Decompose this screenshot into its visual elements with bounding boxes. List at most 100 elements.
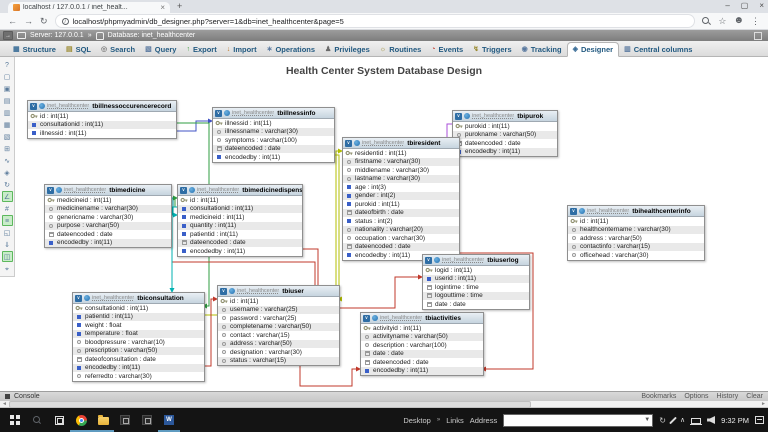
page-info-icon[interactable]: i bbox=[62, 18, 69, 25]
field-tbimedicinedispense-dateencoded[interactable]: dateencoded : date bbox=[178, 239, 302, 248]
tab-events[interactable]: ◔Events bbox=[426, 43, 468, 56]
field-tbiuser-id[interactable]: id : int(11) bbox=[218, 297, 339, 306]
table-structure-icon[interactable] bbox=[434, 257, 440, 263]
field-tbipurok-dateencoded[interactable]: dateencoded : date bbox=[453, 139, 557, 148]
field-tbillnessinfo-symptoms[interactable]: symptoms : varchar(100) bbox=[213, 136, 334, 145]
field-tbiuser-status[interactable]: status : varchar(15) bbox=[218, 357, 339, 366]
file-explorer-taskbar-button[interactable] bbox=[92, 408, 114, 432]
table-structure-icon[interactable] bbox=[56, 187, 62, 193]
browser-menu-icon[interactable]: ⋮ bbox=[751, 16, 760, 27]
collapse-icon[interactable]: ∨ bbox=[345, 140, 352, 147]
delete-page-icon[interactable]: ▧ bbox=[2, 131, 13, 142]
table-structure-icon[interactable] bbox=[229, 288, 235, 294]
field-tbiuser-address[interactable]: address : varchar(50) bbox=[218, 340, 339, 349]
tab-import[interactable]: ↓Import bbox=[222, 43, 262, 56]
save-page-icon[interactable]: ▥ bbox=[2, 107, 13, 118]
field-tbihealthcenterinfo-healthcentername[interactable]: healthcentername : varchar(30) bbox=[568, 226, 704, 235]
field-tbiresident-lastname[interactable]: lastname : varchar(30) bbox=[343, 175, 459, 184]
tab-operations[interactable]: ∗Operations bbox=[262, 43, 320, 56]
collapse-icon[interactable]: ∨ bbox=[425, 257, 432, 264]
scroll-left-icon[interactable]: ◄ bbox=[0, 401, 9, 407]
field-tbihealthcenterinfo-id[interactable]: id : int(11) bbox=[568, 217, 704, 226]
field-tbimedicine-dateencoded[interactable]: dateencoded : date bbox=[45, 230, 171, 239]
field-tbiresident-dateofbirth[interactable]: dateofbirth : date bbox=[343, 209, 459, 218]
field-tbiuserlog-userid[interactable]: userid : int(11) bbox=[423, 275, 529, 284]
back-icon[interactable]: ← bbox=[8, 17, 17, 26]
entity-tbiuser[interactable]: ∨inet_healthcentertbiuserid : int(11)use… bbox=[217, 285, 340, 366]
field-tbimedicinedispense-encodedby[interactable]: encodedby : int(11) bbox=[178, 247, 302, 256]
entity-header[interactable]: ∨inet_healthcentertbiresident bbox=[343, 138, 459, 149]
field-tbiuser-completename[interactable]: completename : varchar(50) bbox=[218, 323, 339, 332]
field-tbiresident-status[interactable]: status : int(2) bbox=[343, 217, 459, 226]
field-tbihealthcenterinfo-address[interactable]: address : varchar(50) bbox=[568, 234, 704, 243]
horizontal-scrollbar[interactable]: ◄ ► bbox=[0, 401, 768, 408]
task-view-button[interactable] bbox=[48, 408, 70, 432]
open-page-icon[interactable]: ▤ bbox=[2, 95, 13, 106]
console-bar[interactable]: Console BookmarksOptionsHistoryClear bbox=[0, 391, 768, 401]
tab-designer[interactable]: ◈Designer bbox=[567, 42, 620, 57]
entity-tbimedicinedispense[interactable]: ∨inet_healthcentertbimedicinedispenseid … bbox=[177, 184, 303, 257]
taskbar-search-button[interactable] bbox=[26, 408, 48, 432]
address-toolbar-input[interactable]: ▼ bbox=[503, 414, 653, 427]
field-tbiactivities-dateencoded[interactable]: dateencoded : date bbox=[361, 358, 483, 367]
tab-central-columns[interactable]: ▥Central columns bbox=[619, 43, 697, 56]
fullscreen-icon[interactable]: ▢ bbox=[2, 71, 13, 82]
field-tbimedicinedispense-quantity[interactable]: quantity : int(11) bbox=[178, 222, 302, 231]
scroll-right-icon[interactable]: ► bbox=[759, 401, 768, 407]
address-dropdown-icon[interactable]: ▼ bbox=[644, 417, 650, 423]
entity-tbillnessinfo[interactable]: ∨inet_healthcentertbillnessinfoillnessid… bbox=[212, 107, 335, 163]
window-minimize-button[interactable]: – bbox=[725, 0, 729, 12]
collapse-icon[interactable]: ∨ bbox=[363, 315, 370, 322]
field-tbipurok-purokid[interactable]: purokid : int(11) bbox=[453, 122, 557, 131]
console-link-history[interactable]: History bbox=[716, 393, 738, 400]
address-bar[interactable]: i localhost/phpmyadmin/db_designer.php?s… bbox=[55, 14, 696, 28]
new-page-icon[interactable]: ▣ bbox=[2, 83, 13, 94]
field-tbiconsultation-bloodpressure[interactable]: bloodpressure : varchar(10) bbox=[73, 338, 204, 347]
help-icon[interactable]: ? bbox=[2, 59, 13, 70]
entity-tbiuserlog[interactable]: ∨inet_healthcentertbiuserloglogid : int(… bbox=[422, 254, 530, 310]
field-tbiuser-designation[interactable]: designation : varchar(30) bbox=[218, 348, 339, 357]
collapse-icon[interactable]: ∨ bbox=[220, 288, 227, 295]
tab-search[interactable]: ◎Search bbox=[96, 43, 140, 56]
create-relation-icon[interactable]: ∿ bbox=[2, 155, 13, 166]
field-tbimedicine-encodedby[interactable]: encodedby : int(11) bbox=[45, 239, 171, 248]
field-tbipurok-encodedby[interactable]: encodedby : int(11) bbox=[453, 148, 557, 157]
word-taskbar-button[interactable]: W bbox=[158, 408, 180, 432]
field-tbimedicine-medicinename[interactable]: medicinename : varchar(30) bbox=[45, 205, 171, 214]
console-link-bookmarks[interactable]: Bookmarks bbox=[641, 393, 676, 400]
field-tbiactivities-activityname[interactable]: activityname : varchar(50) bbox=[361, 333, 483, 342]
field-tbiactivities-description[interactable]: description : varchar(100) bbox=[361, 341, 483, 350]
tab-query[interactable]: ▧Query bbox=[140, 43, 181, 56]
field-tbiconsultation-temperature[interactable]: temperature : float bbox=[73, 330, 204, 339]
field-tbiuser-password[interactable]: password : varchar(25) bbox=[218, 314, 339, 323]
field-tbipurok-purokname[interactable]: purokname : varchar(50) bbox=[453, 131, 557, 140]
field-tbiuserlog-logintime[interactable]: logintime : time bbox=[423, 283, 529, 292]
tab-close-icon[interactable]: × bbox=[160, 4, 165, 12]
table-structure-icon[interactable] bbox=[84, 295, 90, 301]
entity-tbipurok[interactable]: ∨inet_healthcentertbipurokpurokid : int(… bbox=[452, 110, 558, 157]
move-menu-icon[interactable]: ◫ bbox=[2, 251, 13, 262]
expand-icon[interactable] bbox=[754, 32, 762, 40]
collapse-icon[interactable]: ∨ bbox=[570, 208, 577, 215]
field-tbimedicinedispense-medicineid[interactable]: medicineid : int(11) bbox=[178, 213, 302, 222]
save-page-as-icon[interactable]: ▦ bbox=[2, 119, 13, 130]
collapse-icon[interactable]: ∨ bbox=[455, 113, 462, 120]
field-tbiconsultation-weight[interactable]: weight : float bbox=[73, 321, 204, 330]
field-tbiuserlog-date[interactable]: date : date bbox=[423, 300, 529, 309]
forward-icon[interactable]: → bbox=[24, 17, 33, 26]
field-tbiresident-purokid[interactable]: purokid : int(11) bbox=[343, 200, 459, 209]
links-toolbar-label[interactable]: Links bbox=[446, 416, 464, 425]
profile-avatar-icon[interactable]: ☻ bbox=[733, 16, 744, 26]
collapse-icon[interactable]: ∨ bbox=[215, 110, 222, 117]
entity-header[interactable]: ∨inet_healthcentertbiconsultation bbox=[73, 293, 204, 304]
entity-tbillnessoccurencerecord[interactable]: ∨inet_healthcentertbillnessoccurencereco… bbox=[27, 100, 177, 139]
browser-tab[interactable]: localhost / 127.0.0.1 / inet_healt... × bbox=[8, 2, 170, 13]
toolbar-chevron-icon[interactable]: » bbox=[437, 417, 440, 423]
reload-icon[interactable]: ↻ bbox=[2, 179, 13, 190]
tab-triggers[interactable]: ↯Triggers bbox=[468, 43, 516, 56]
export-schema-icon[interactable]: ⇓ bbox=[2, 239, 13, 250]
entity-header[interactable]: ∨inet_healthcentertbillnessinfo bbox=[213, 108, 334, 119]
tab-structure[interactable]: ▦Structure bbox=[8, 43, 61, 56]
field-tbiresident-dateencoded[interactable]: dateencoded : date bbox=[343, 243, 459, 252]
tab-export[interactable]: ↑Export bbox=[181, 43, 221, 56]
